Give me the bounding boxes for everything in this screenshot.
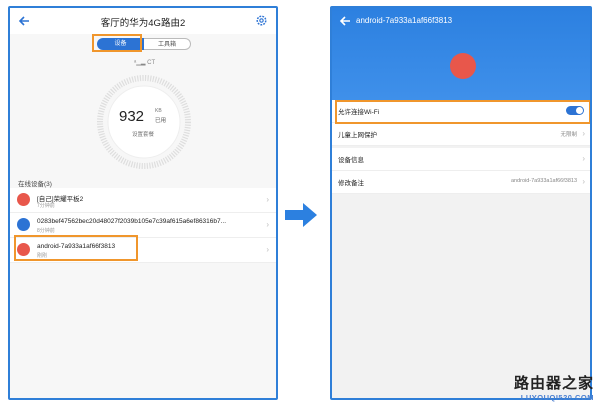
tab-toolbox[interactable]: 工具箱 [144, 38, 191, 50]
gear-icon[interactable] [255, 14, 268, 27]
chevron-right-icon: › [582, 129, 585, 138]
huawei-logo-icon [17, 193, 30, 206]
left-header: 客厅的华为4G路由2 [10, 8, 276, 34]
highlight-box-tab [92, 34, 142, 52]
router-title: 客厅的华为4G路由2 [100, 18, 186, 29]
usage-value: 932 [119, 108, 145, 125]
edit-note-row[interactable]: 修改备注 android-7a933a1af66f3813 › [332, 171, 590, 194]
back-arrow-icon[interactable] [338, 14, 352, 28]
device-header: android-7a933a1af66f3813 [332, 8, 590, 100]
setting-label: 设备信息 [338, 157, 364, 164]
child-protection-row[interactable]: 儿童上网保护 无限制 › [332, 123, 590, 146]
watermark-name: 路由器之家 [513, 375, 594, 392]
device-name: 0283bef47562bec20d48027f2039b105e7c39af6… [37, 218, 227, 225]
watermark: 路由器之家 LUYOUQI520.COM [514, 372, 594, 402]
left-tablet-screen: 客厅的华为4G路由2 设备 工具箱 ᵃ▁▂ CT 932 KB 已用 设置套餐 … [8, 6, 278, 400]
usage-used-label: 已用 [155, 118, 167, 124]
chevron-right-icon: › [266, 245, 269, 254]
setting-value: android-7a933a1af66f3813 [510, 178, 577, 184]
device-time: 8分钟前 [37, 228, 55, 234]
chevron-right-icon: › [582, 177, 585, 186]
router-icon [17, 218, 30, 231]
device-title: android-7a933a1af66f3813 [356, 16, 453, 25]
usage-unit: KB [155, 108, 162, 114]
signal-indicator: ᵃ▁▂ CT [134, 59, 155, 66]
highlight-box-wifi [335, 100, 590, 124]
set-plan-link[interactable]: 设置套餐 [10, 130, 276, 138]
setting-value: 无限制 [560, 132, 577, 138]
chevron-right-icon: › [266, 195, 269, 204]
carrier-label: CT [147, 60, 156, 66]
signal-bars-icon: ᵃ▁▂ [134, 60, 146, 66]
highlight-box-device [14, 235, 138, 261]
settings-group-2: 设备信息 › 修改备注 android-7a933a1af66f3813 › [332, 148, 590, 194]
right-tablet-screen: android-7a933a1af66f3813 允许连接Wi-Fi 儿童上网保… [330, 6, 592, 400]
huawei-logo-icon [450, 53, 476, 79]
device-info-row[interactable]: 设备信息 › [332, 148, 590, 171]
online-devices-header: 在线设备(3) [18, 181, 52, 188]
chevron-right-icon: › [266, 220, 269, 229]
arrow-right-icon [285, 203, 317, 227]
setting-label: 儿童上网保护 [338, 132, 377, 139]
watermark-url: LUYOUQI520.COM [520, 393, 594, 402]
list-item[interactable]: [自己]荣耀平板2 7分钟前 › [10, 188, 276, 213]
chevron-right-icon: › [582, 154, 585, 163]
setting-label: 修改备注 [338, 180, 364, 187]
device-time: 7分钟前 [37, 203, 55, 209]
